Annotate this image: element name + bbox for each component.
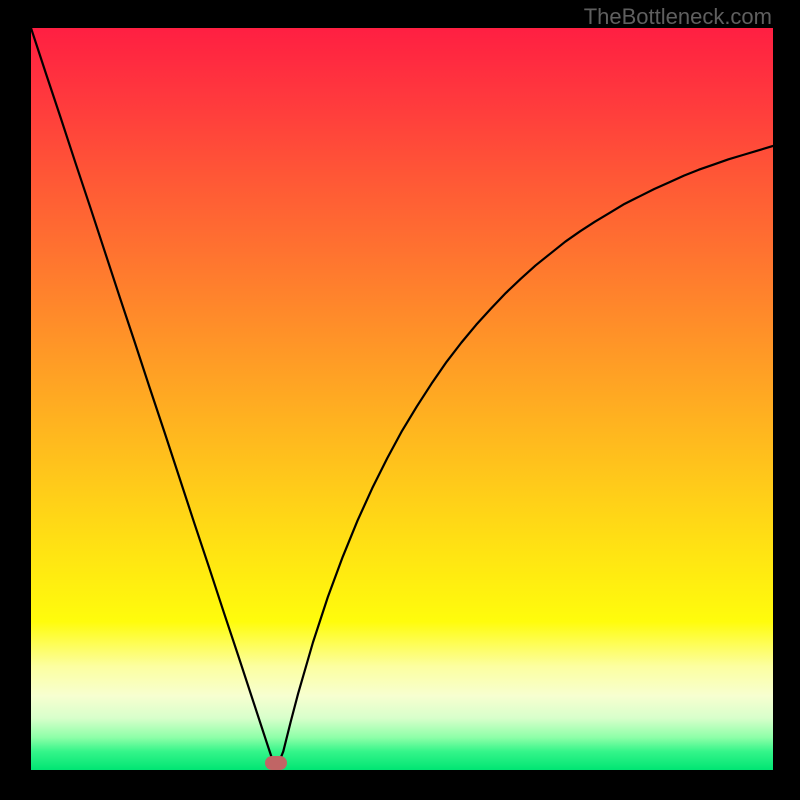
- chart-min-marker: [265, 756, 287, 770]
- chart-curve: [31, 28, 773, 770]
- chart-outer-frame: TheBottleneck.com: [0, 0, 800, 800]
- chart-plot-area: [31, 28, 773, 770]
- watermark-text: TheBottleneck.com: [584, 4, 772, 30]
